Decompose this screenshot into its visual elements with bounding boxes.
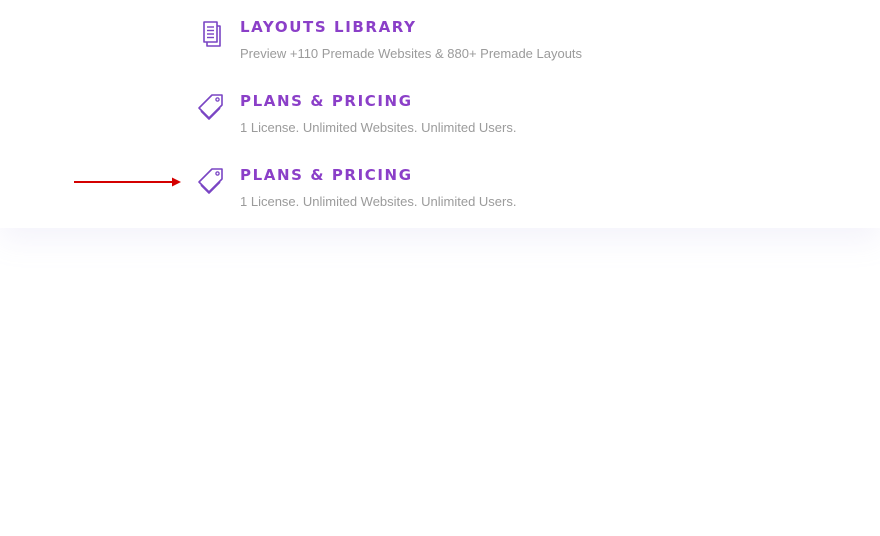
menu-item-plans-pricing-2[interactable]: PLANS & PRICING 1 License. Unlimited Web… <box>196 166 756 226</box>
red-arrow-icon <box>74 176 184 188</box>
menu-item-description: 1 License. Unlimited Websites. Unlimited… <box>240 194 517 209</box>
menu-item-plans-pricing[interactable]: PLANS & PRICING 1 License. Unlimited Web… <box>196 92 756 152</box>
menu-item-title: PLANS & PRICING <box>240 166 413 184</box>
menu-item-title: PLANS & PRICING <box>240 92 413 110</box>
dropdown-menu-panel: LAYOUTS LIBRARY Preview +110 Premade Web… <box>0 0 880 228</box>
menu-item-title: LAYOUTS LIBRARY <box>240 18 417 36</box>
menu-item-layouts-library[interactable]: LAYOUTS LIBRARY Preview +110 Premade Web… <box>196 18 756 78</box>
menu-item-description: Preview +110 Premade Websites & 880+ Pre… <box>240 46 583 61</box>
document-stack-icon <box>196 18 226 48</box>
price-tag-icon <box>196 92 226 122</box>
menu-item-description: 1 License. Unlimited Websites. Unlimited… <box>240 120 517 135</box>
page: LAYOUTS LIBRARY Preview +110 Premade Web… <box>0 0 880 536</box>
price-tag-icon <box>196 166 226 196</box>
